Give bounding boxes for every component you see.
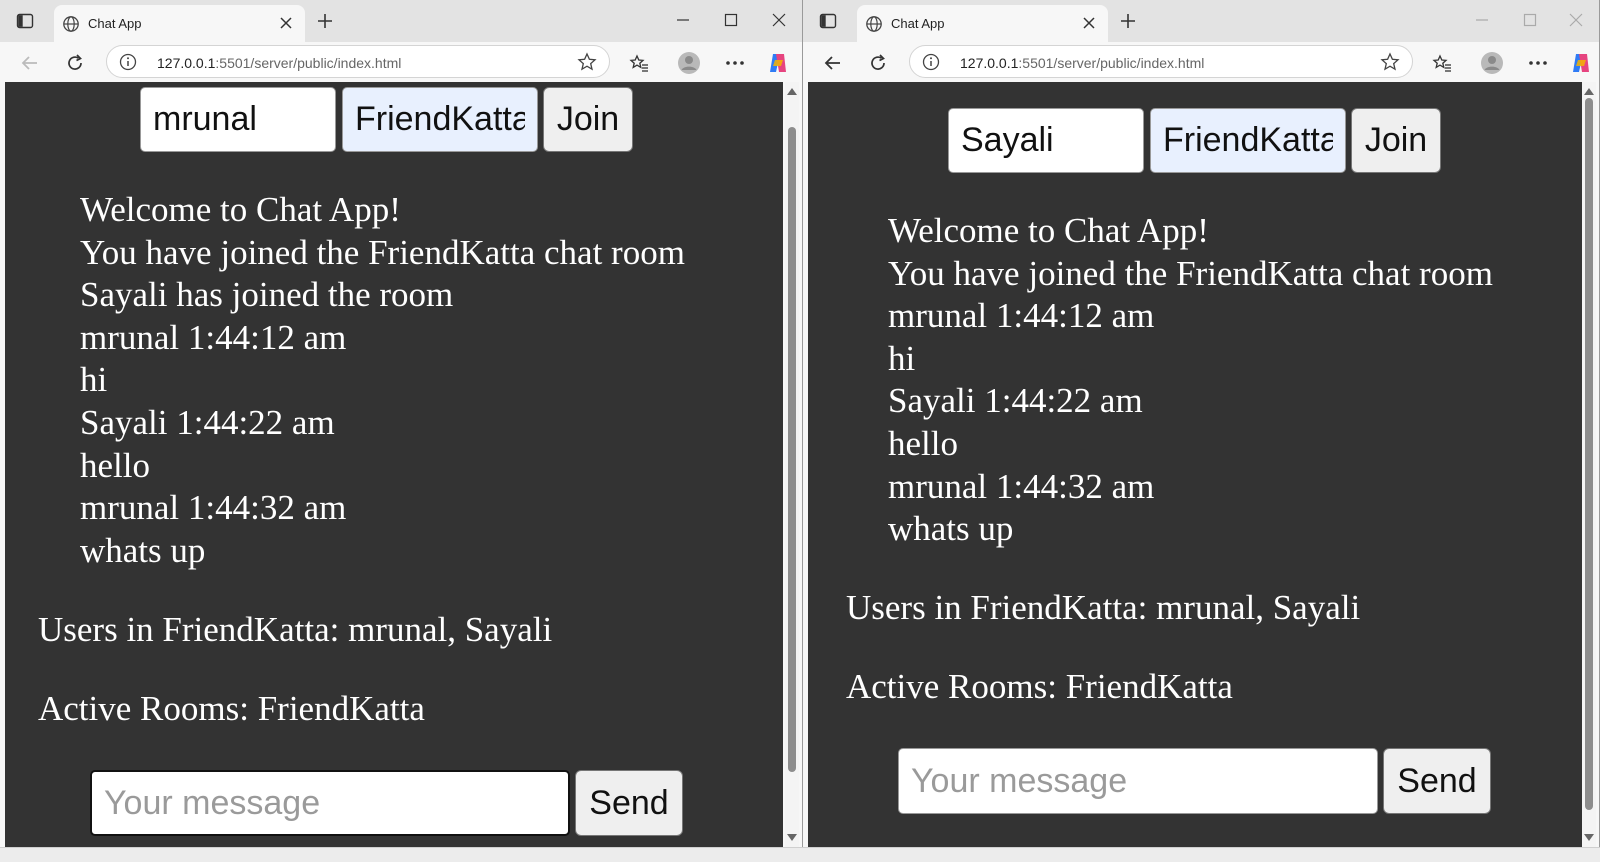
more-icon[interactable]: [722, 50, 748, 76]
url-path: :5501/server/public/index.html: [1018, 55, 1205, 71]
tab-strip: Chat App: [803, 0, 1599, 42]
back-arrow-icon[interactable]: [820, 50, 846, 76]
send-button[interactable]: Send: [1383, 748, 1491, 814]
vertical-scrollbar[interactable]: [1582, 82, 1596, 847]
refresh-icon[interactable]: [865, 50, 891, 76]
back-arrow-icon[interactable]: [17, 50, 43, 76]
vertical-scrollbar[interactable]: [785, 82, 799, 847]
window-close-icon[interactable]: [765, 8, 793, 32]
chat-message: mrunal 1:44:12 am: [80, 317, 347, 357]
os-taskbar: [0, 847, 1600, 862]
url-text: 127.0.0.1:5501/server/public/index.html: [960, 55, 1204, 71]
username-input[interactable]: [140, 87, 336, 152]
minimize-icon[interactable]: [1468, 8, 1496, 32]
chat-messages: Welcome to Chat App! You have joined the…: [80, 189, 685, 572]
chat-message: You have joined the FriendKatta chat roo…: [80, 232, 685, 272]
url-host: 127.0.0.1: [157, 55, 216, 71]
favorites-icon[interactable]: [626, 50, 652, 76]
star-icon[interactable]: [577, 52, 597, 72]
address-bar[interactable]: 127.0.0.1:5501/server/public/index.html: [106, 45, 610, 78]
sidebar-toggle-icon[interactable]: [14, 10, 36, 32]
url-path: :5501/server/public/index.html: [215, 55, 402, 71]
chat-message: You have joined the FriendKatta chat roo…: [888, 253, 1493, 293]
window-close-icon[interactable]: [1562, 8, 1590, 32]
tab-title: Chat App: [88, 16, 142, 31]
join-button[interactable]: Join: [1351, 108, 1441, 173]
chat-messages: Welcome to Chat App! You have joined the…: [888, 210, 1493, 551]
active-rooms: Active Rooms: FriendKatta: [38, 689, 425, 728]
url-text: 127.0.0.1:5501/server/public/index.html: [157, 55, 401, 71]
copilot-icon[interactable]: [765, 50, 791, 76]
message-input[interactable]: [898, 748, 1378, 814]
maximize-icon[interactable]: [717, 8, 745, 32]
scrollbar-thumb[interactable]: [1585, 98, 1593, 810]
copilot-icon[interactable]: [1568, 50, 1594, 76]
room-input[interactable]: [1150, 108, 1346, 173]
info-icon: [922, 53, 940, 71]
scroll-down-arrow[interactable]: [1584, 834, 1594, 841]
users-in-room: Users in FriendKatta: mrunal, Sayali: [846, 588, 1361, 627]
chat-message: hi: [888, 338, 916, 378]
chat-message: hello: [888, 423, 958, 463]
browser-window-right: Chat App 127.0.0.1:5501/server/public/in…: [803, 0, 1600, 847]
page-viewport: Join Welcome to Chat App! You have joine…: [808, 82, 1586, 847]
join-button[interactable]: Join: [543, 87, 633, 152]
chat-message: Sayali has joined the room: [80, 275, 454, 315]
room-input[interactable]: [342, 87, 538, 152]
send-button[interactable]: Send: [575, 770, 683, 836]
profile-icon[interactable]: [1479, 50, 1505, 76]
chat-message: hello: [80, 445, 150, 485]
more-icon[interactable]: [1525, 50, 1551, 76]
active-rooms: Active Rooms: FriendKatta: [846, 667, 1233, 706]
browser-toolbar: 127.0.0.1:5501/server/public/index.html: [803, 42, 1599, 82]
tab-strip: Chat App: [0, 0, 802, 42]
refresh-icon[interactable]: [62, 50, 88, 76]
chat-message: Welcome to Chat App!: [80, 190, 401, 229]
globe-icon: [63, 16, 79, 32]
chat-message: Welcome to Chat App!: [888, 211, 1209, 250]
chat-message: whats up: [888, 509, 1014, 549]
scroll-up-arrow[interactable]: [1584, 88, 1594, 95]
minimize-icon[interactable]: [669, 8, 697, 32]
browser-tab[interactable]: Chat App: [54, 5, 305, 42]
plus-icon[interactable]: [1117, 10, 1139, 32]
plus-icon[interactable]: [314, 10, 336, 32]
chat-message: mrunal 1:44:12 am: [888, 296, 1155, 336]
url-host: 127.0.0.1: [960, 55, 1019, 71]
star-icon[interactable]: [1380, 52, 1400, 72]
chat-message: Sayali 1:44:22 am: [888, 381, 1143, 421]
sidebar-toggle-icon[interactable]: [817, 10, 839, 32]
chat-message: Sayali 1:44:22 am: [80, 402, 335, 442]
message-input[interactable]: [90, 770, 570, 836]
globe-icon: [866, 16, 882, 32]
scroll-down-arrow[interactable]: [787, 834, 797, 841]
close-icon[interactable]: [277, 14, 295, 32]
maximize-icon[interactable]: [1516, 8, 1544, 32]
profile-icon[interactable]: [676, 50, 702, 76]
users-in-room: Users in FriendKatta: mrunal, Sayali: [38, 610, 553, 649]
favorites-icon[interactable]: [1429, 50, 1455, 76]
browser-window-left: Chat App 127.0.0.1:5501/server/public/in…: [0, 0, 803, 847]
chat-message: hi: [80, 360, 108, 400]
chat-message: mrunal 1:44:32 am: [80, 488, 347, 528]
tab-title: Chat App: [891, 16, 945, 31]
chat-message: mrunal 1:44:32 am: [888, 466, 1155, 506]
username-input[interactable]: [948, 108, 1144, 173]
scrollbar-thumb[interactable]: [788, 127, 796, 772]
chat-message: whats up: [80, 530, 206, 570]
address-bar[interactable]: 127.0.0.1:5501/server/public/index.html: [909, 45, 1413, 78]
browser-toolbar: 127.0.0.1:5501/server/public/index.html: [0, 42, 802, 82]
page-viewport: Join Welcome to Chat App! You have joine…: [5, 82, 783, 847]
info-icon: [119, 53, 137, 71]
browser-tab[interactable]: Chat App: [857, 5, 1108, 42]
close-icon[interactable]: [1080, 14, 1098, 32]
scroll-up-arrow[interactable]: [787, 88, 797, 95]
